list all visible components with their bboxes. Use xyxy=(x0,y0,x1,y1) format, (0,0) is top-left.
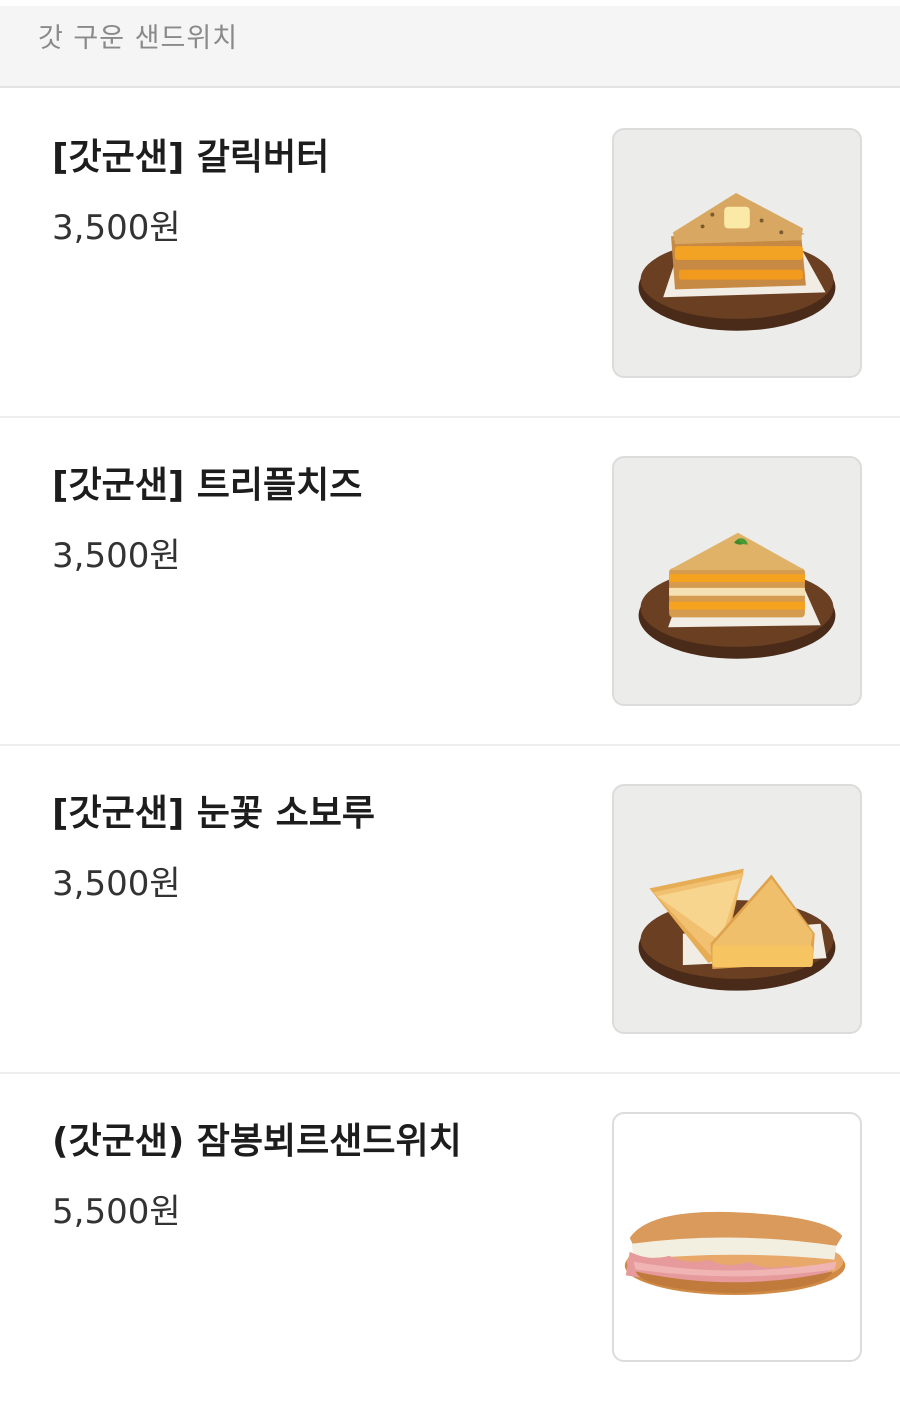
menu-item[interactable]: (갓군샌) 잠봉뵈르샌드위치 5,500원 xyxy=(0,1074,900,1402)
garlic-butter-sandwich-image xyxy=(612,128,862,378)
menu-item-price: 3,500원 xyxy=(52,536,181,576)
menu-item-name: [갓군샌] 눈꽃 소보루 xyxy=(52,793,375,834)
menu-item-price: 5,500원 xyxy=(52,1192,181,1232)
menu-item-name: [갓군샌] 트리플치즈 xyxy=(52,465,363,506)
triple-cheese-sandwich-image xyxy=(612,456,862,706)
menu-item[interactable]: [갓군샌] 눈꽃 소보루 3,500원 xyxy=(0,746,900,1074)
menu-item-price: 3,500원 xyxy=(52,208,181,248)
menu-item-name: (갓군샌) 잠봉뵈르샌드위치 xyxy=(52,1121,462,1162)
menu-item-name: [갓군샌] 갈릭버터 xyxy=(52,137,330,178)
section-title: 갓 구운 샌드위치 xyxy=(38,23,239,54)
menu-item-price: 3,500원 xyxy=(52,864,181,904)
menu-item[interactable]: [갓군샌] 갈릭버터 3,500원 xyxy=(0,90,900,418)
snowflake-soboro-sandwich-image xyxy=(612,784,862,1034)
section-header: 갓 구운 샌드위치 xyxy=(0,6,900,88)
menu-item[interactable]: [갓군샌] 트리플치즈 3,500원 xyxy=(0,418,900,746)
jambon-beurre-sandwich-image xyxy=(612,1112,862,1362)
